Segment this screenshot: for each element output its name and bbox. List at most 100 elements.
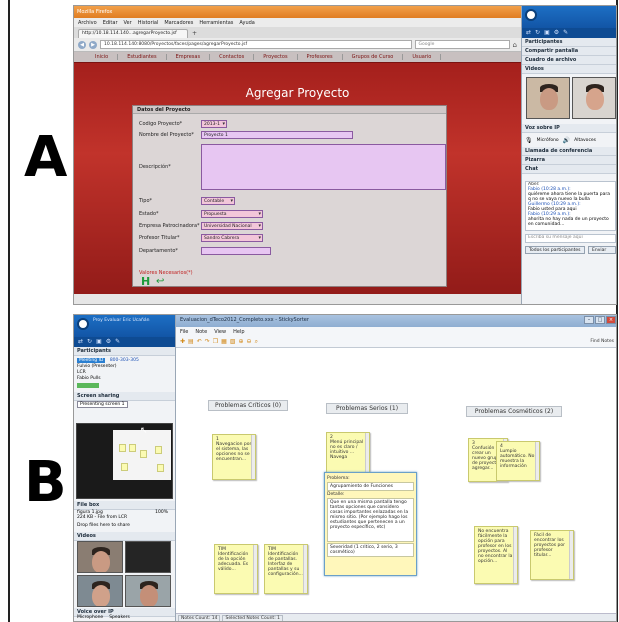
url-bar[interactable]: 10.18.114.140:8080/Proyectos/faces/pages… xyxy=(100,40,412,49)
new-tab-icon[interactable]: + xyxy=(190,30,199,38)
refresh-icon[interactable]: ↻ xyxy=(87,339,92,345)
nav-profesores[interactable]: Profesores xyxy=(298,54,343,60)
section-participantes[interactable]: Participantes xyxy=(522,38,616,47)
menu-ver[interactable]: Ver xyxy=(124,20,132,26)
nav-proyectos[interactable]: Proyectos xyxy=(254,54,298,60)
home-icon[interactable]: ⌂ xyxy=(513,41,517,49)
select-tipo[interactable]: Contable xyxy=(201,197,235,205)
recipient-select[interactable]: Todos los participantes xyxy=(525,246,585,254)
group-icon[interactable]: ▧ xyxy=(230,338,236,345)
open-icon[interactable]: ▤ xyxy=(188,338,194,345)
nav-estudiantes[interactable]: Estudiantes xyxy=(118,54,167,60)
nav-inicio[interactable]: Inicio xyxy=(86,54,119,60)
menu-archivo[interactable]: Archivo xyxy=(78,20,97,26)
sticky-note[interactable]: 1 Navegacion por el sistema, las opcione… xyxy=(212,434,256,480)
section-videos-b[interactable]: Videos xyxy=(74,532,175,541)
select-codigo[interactable]: 2013-1 xyxy=(201,120,227,128)
section-pizarra[interactable]: Pizarra xyxy=(522,156,616,165)
paste-icon[interactable]: ▦ xyxy=(221,338,227,345)
settings-icon[interactable]: ⚙ xyxy=(106,339,111,345)
screen-icon[interactable]: ▣ xyxy=(544,30,550,36)
speaker-label-b[interactable]: Speakers xyxy=(109,615,130,620)
severity-field[interactable]: Severidad (1 critico, 2 serio, 3 cosméti… xyxy=(327,543,414,557)
send-button[interactable]: Enviar xyxy=(588,246,616,254)
sticky-note[interactable]: TIM Identificación de la opción adecuada… xyxy=(214,544,258,594)
refresh-icon[interactable]: ↻ xyxy=(535,30,540,36)
menu-historial[interactable]: Historial xyxy=(138,20,159,26)
forward-icon[interactable]: ▶ xyxy=(89,40,97,49)
chat-input[interactable]: Escriba su mensaje aquí xyxy=(525,234,616,243)
note-editor[interactable]: Problema: Agrupamiento de Funciones Deta… xyxy=(324,472,417,576)
problem-field[interactable]: Agrupamiento de Funciones xyxy=(327,482,414,491)
menu-marcadores[interactable]: Marcadores xyxy=(164,20,193,26)
section-conferencia[interactable]: Llamada de conferencia xyxy=(522,147,616,156)
zoom-in-icon[interactable]: ⊕ xyxy=(239,338,244,345)
section-chat[interactable]: Chat xyxy=(522,165,616,174)
share-icon[interactable]: ⇄ xyxy=(526,30,531,36)
speaker-icon[interactable]: 🔊 xyxy=(563,137,570,144)
menu-editar[interactable]: Editar xyxy=(103,20,118,26)
note-scrollbar[interactable] xyxy=(251,435,255,479)
minimize-icon[interactable]: – xyxy=(584,316,594,324)
new-note-icon[interactable]: ✚ xyxy=(180,338,185,345)
select-profesor[interactable]: Sandro Cabrera xyxy=(201,234,263,242)
search-input[interactable]: Google xyxy=(414,40,510,49)
settings-icon[interactable]: ⚙ xyxy=(554,30,559,36)
section-compartir[interactable]: Compartir pantalla xyxy=(522,47,616,56)
edit-icon[interactable]: ✎ xyxy=(115,339,120,345)
note-scrollbar[interactable] xyxy=(365,433,369,475)
menu-herramientas[interactable]: Herramientas xyxy=(199,20,233,26)
select-empresa[interactable]: Universidad Nacional xyxy=(201,222,263,230)
nav-contactos[interactable]: Contactos xyxy=(210,54,255,60)
microphone-icon[interactable]: 🎙 xyxy=(525,137,533,144)
section-screen-sharing[interactable]: Screen sharing xyxy=(74,392,175,401)
input-departamento[interactable] xyxy=(201,247,271,255)
section-file-box[interactable]: File box xyxy=(74,501,175,510)
section-participants[interactable]: Participants xyxy=(74,347,175,356)
note-scrollbar[interactable] xyxy=(253,545,257,593)
sticky-note[interactable]: 2 Menú principal no es claro / intuitivo… xyxy=(326,432,370,476)
browser-tab[interactable]: http://10.18.114.140...agregarProyecto.j… xyxy=(78,29,188,38)
sticky-note[interactable]: No encuentra fácilmente la opción para p… xyxy=(474,526,518,584)
select-estado[interactable]: Propuesta xyxy=(201,210,263,218)
section-archivos[interactable]: Cuadro de archivo xyxy=(522,56,616,65)
nav-empresas[interactable]: Empresas xyxy=(167,54,211,60)
column-criticos[interactable]: Problemas Críticos (0) xyxy=(208,400,288,411)
zoom-out-icon[interactable]: ⊖ xyxy=(247,338,252,345)
participant[interactable]: Fabio Pulls xyxy=(77,376,172,382)
detail-field[interactable]: Que en una misma pantalla tengo tantas o… xyxy=(327,498,414,542)
file-entry[interactable]: figura 1.jpg 224 KB - File from LCR 100% xyxy=(77,510,172,520)
menu-file[interactable]: File xyxy=(180,329,188,335)
maximize-icon[interactable]: □ xyxy=(595,316,605,324)
menu-help[interactable]: Help xyxy=(233,329,244,335)
column-serios[interactable]: Problemas Serios (1) xyxy=(326,403,408,414)
copy-icon[interactable]: ❐ xyxy=(213,338,218,345)
nav-grupos[interactable]: Grupos de Curso xyxy=(343,54,404,60)
section-videos[interactable]: Videos xyxy=(522,65,616,74)
column-cosmeticos[interactable]: Problemas Cosméticos (2) xyxy=(466,406,562,417)
close-icon[interactable]: × xyxy=(606,316,616,324)
sticky-note[interactable]: Fácil de encontrar los proyectos por pro… xyxy=(530,530,574,580)
back-icon[interactable]: ◀ xyxy=(78,40,86,49)
section-voip[interactable]: Voz sobre IP xyxy=(522,124,616,133)
textarea-descripcion[interactable] xyxy=(201,144,446,190)
note-scrollbar[interactable] xyxy=(535,442,539,480)
presenting-select[interactable]: Presenting screen 1 xyxy=(77,401,128,408)
menu-ayuda[interactable]: Ayuda xyxy=(239,20,254,26)
sticky-note[interactable]: TIM Identificación de pantallas. Interfa… xyxy=(264,544,308,594)
menu-note[interactable]: Note xyxy=(195,329,207,335)
note-scrollbar[interactable] xyxy=(513,527,517,583)
mic-label-b[interactable]: Microphone xyxy=(77,615,103,620)
screen-icon[interactable]: ▣ xyxy=(96,339,102,345)
menu-view[interactable]: View xyxy=(214,329,226,335)
back-arrow-icon[interactable]: ↩ xyxy=(156,277,170,287)
edit-icon[interactable]: ✎ xyxy=(563,30,568,36)
sticky-note[interactable]: 4 Lumpio automático. No muestra la infor… xyxy=(496,441,540,481)
input-nombre[interactable]: Proyecto 1 xyxy=(201,131,353,139)
note-scrollbar[interactable] xyxy=(303,545,307,593)
find-notes-label[interactable]: Find Notes xyxy=(590,339,614,344)
search-icon[interactable]: ⌕ xyxy=(255,338,258,346)
invite-button[interactable] xyxy=(77,383,99,388)
redo-icon[interactable]: ↷ xyxy=(205,338,210,345)
nav-usuario[interactable]: Usuario xyxy=(403,54,442,60)
